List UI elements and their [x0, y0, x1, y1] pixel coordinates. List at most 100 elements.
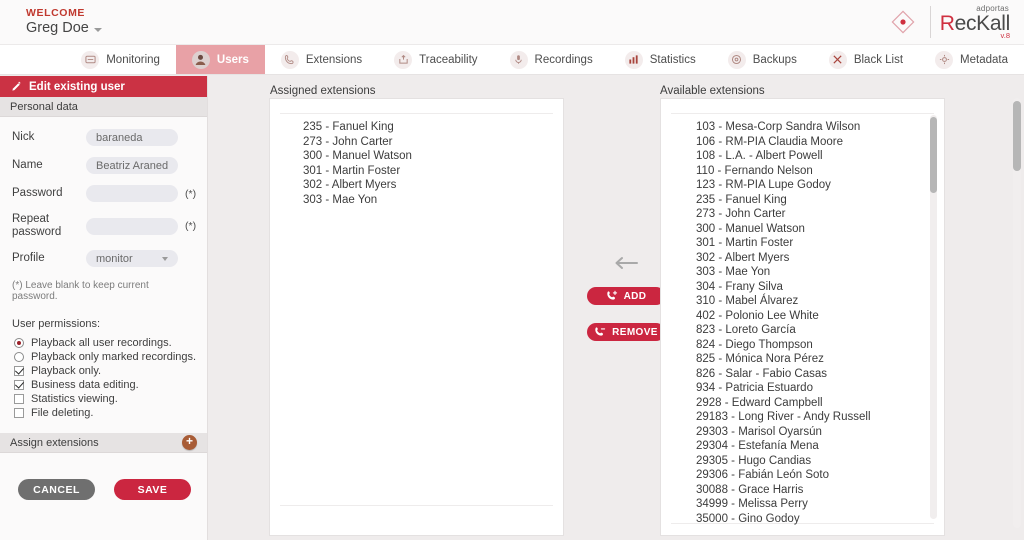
profile-label: Profile	[12, 252, 45, 265]
profile-selected-value: monitor	[96, 252, 133, 265]
pencil-icon	[12, 81, 21, 91]
brand-name: RecKall	[940, 13, 1011, 34]
permission-file-deleting[interactable]: File deleting.	[0, 406, 207, 420]
save-button[interactable]: SAVE	[114, 479, 191, 501]
welcome-label: WELCOME	[26, 7, 86, 19]
permission-label: Statistics viewing.	[31, 393, 118, 406]
add-button[interactable]: ADD	[587, 287, 665, 305]
extension-list-item[interactable]: 235 - Fanuel King	[303, 120, 412, 135]
name-input[interactable]	[86, 157, 178, 174]
extension-list-item[interactable]: 824 - Diego Thompson	[696, 338, 871, 353]
extension-list-item[interactable]: 303 - Mae Yon	[303, 193, 412, 208]
extension-list-item[interactable]: 30088 - Grace Harris	[696, 483, 871, 498]
extension-list-item[interactable]: 825 - Mónica Nora Pérez	[696, 352, 871, 367]
extension-list-item[interactable]: 235 - Fanuel King	[696, 193, 871, 208]
phone-remove-icon	[595, 327, 606, 336]
extension-list-item[interactable]: 29303 - Marisol Oyarsún	[696, 425, 871, 440]
extension-list-item[interactable]: 302 - Albert Myers	[696, 251, 871, 266]
extension-list-item[interactable]: 29304 - Estefanía Mena	[696, 439, 871, 454]
chevron-down-icon	[93, 27, 102, 32]
add-extension-plus-icon[interactable]: +	[182, 435, 197, 451]
bar-chart-icon	[624, 50, 643, 69]
extension-list-item[interactable]: 273 - John Carter	[303, 135, 412, 150]
extension-list-item[interactable]: 103 - Mesa-Corp Sandra Wilson	[696, 120, 871, 135]
cancel-button[interactable]: CANCEL	[18, 479, 95, 501]
assigned-extensions-listbox[interactable]: 235 - Fanuel King 273 - John Carter 300 - …	[269, 98, 564, 536]
permission-label: File deleting.	[31, 407, 94, 420]
extension-list-item[interactable]: 110 - Fernando Nelson	[696, 164, 871, 179]
list-scrollbar-thumb[interactable]	[930, 117, 937, 193]
tab-statistics[interactable]: Statistics	[609, 45, 712, 74]
radio-icon[interactable]	[14, 338, 24, 349]
remove-button[interactable]: REMOVE	[587, 323, 665, 341]
extension-list-item[interactable]: 29183 - Long River - Andy Russell	[696, 410, 871, 425]
extension-list-item[interactable]: 303 - Mae Yon	[696, 265, 871, 280]
extension-list-item[interactable]: 273 - John Carter	[696, 207, 871, 222]
page-scrollbar-track[interactable]	[1013, 98, 1021, 528]
list-top-rule	[280, 113, 553, 114]
extension-list-item[interactable]: 123 - RM-PIA Lupe Godoy	[696, 178, 871, 193]
extension-list-item[interactable]: 106 - RM-PIA Claudia Moore	[696, 135, 871, 150]
name-label: Name	[12, 158, 43, 171]
extension-list-item[interactable]: 310 - Mabel Álvarez	[696, 294, 871, 309]
tab-label: Extensions	[305, 53, 363, 66]
radio-icon[interactable]	[14, 352, 24, 363]
repeat-password-input[interactable]	[86, 217, 178, 235]
checkbox-icon[interactable]	[14, 366, 24, 377]
checkbox-icon[interactable]	[14, 408, 24, 419]
gear-icon	[935, 50, 954, 69]
permission-label: Playback only.	[31, 365, 102, 378]
permission-playback-only[interactable]: Playback only.	[0, 364, 207, 378]
profile-select[interactable]: monitor	[86, 250, 178, 268]
arrow-left-icon	[615, 257, 638, 269]
list-scrollbar-track[interactable]	[930, 115, 937, 519]
password-input[interactable]	[86, 185, 178, 202]
extension-list-item[interactable]: 300 - Manuel Watson	[303, 149, 412, 164]
section-assign-extensions: Assign extensions +	[0, 433, 207, 454]
assigned-extensions-list: 235 - Fanuel King 273 - John Carter 300 - …	[303, 120, 412, 207]
extension-list-item[interactable]: 29306 - Fabián León Soto	[696, 468, 871, 483]
tab-extensions[interactable]: Extensions	[265, 45, 378, 74]
tab-label: Monitoring	[106, 53, 160, 66]
tab-traceability[interactable]: Traceability	[378, 45, 493, 74]
extension-list-item[interactable]: 304 - Frany Silva	[696, 280, 871, 295]
extension-list-item[interactable]: 826 - Salar - Fabio Casas	[696, 367, 871, 382]
extension-list-item[interactable]: 934 - Patricia Estuardo	[696, 381, 871, 396]
checkbox-icon[interactable]	[14, 394, 24, 405]
extension-list-item[interactable]: 34999 - Melissa Perry	[696, 497, 871, 512]
tab-users[interactable]: Users	[175, 45, 265, 74]
section-label: Personal data	[10, 100, 78, 113]
field-profile-row: Profile monitor	[12, 250, 197, 268]
checkbox-icon[interactable]	[14, 380, 24, 391]
extension-list-item[interactable]: 301 - Martin Foster	[303, 164, 412, 179]
extension-list-item[interactable]: 2928 - Edward Campbell	[696, 396, 871, 411]
tab-recordings[interactable]: Recordings	[494, 45, 609, 74]
extension-list-item[interactable]: 29305 - Hugo Candias	[696, 454, 871, 469]
available-extensions-listbox[interactable]: 103 - Mesa-Corp Sandra Wilson 106 - RM-PI…	[660, 98, 945, 536]
tab-metadata[interactable]: Metadata	[919, 45, 1024, 74]
extension-list-item[interactable]: 823 - Loreto García	[696, 323, 871, 338]
remove-button-label: REMOVE	[612, 326, 658, 338]
permission-statistics-viewing[interactable]: Statistics viewing.	[0, 392, 207, 406]
extension-list-item[interactable]: 108 - L.A. - Albert Powell	[696, 149, 871, 164]
extension-list-item[interactable]: 301 - Martin Foster	[696, 236, 871, 251]
monitor-screen-icon	[81, 50, 100, 69]
extension-list-item[interactable]: 302 - Albert Myers	[303, 178, 412, 193]
list-top-rule	[671, 113, 934, 114]
permission-playback-marked[interactable]: Playback only marked recordings.	[0, 350, 207, 364]
extension-list-item[interactable]: 300 - Manuel Watson	[696, 222, 871, 237]
tab-backups[interactable]: Backups	[712, 45, 813, 74]
phone-add-icon	[606, 290, 617, 300]
permission-playback-all[interactable]: Playback all user recordings.	[0, 336, 207, 350]
nick-input[interactable]	[86, 129, 178, 146]
permission-business-data-editing[interactable]: Business data editing.	[0, 378, 207, 392]
extension-list-item[interactable]: 402 - Polonio Lee White	[696, 309, 871, 324]
diamond-logo-icon	[885, 4, 921, 40]
user-menu[interactable]: Greg Doe	[26, 20, 102, 36]
permission-label: Playback all user recordings.	[31, 337, 172, 350]
extension-list-item[interactable]: 35000 - Gino Godoy	[696, 512, 871, 527]
tab-monitoring[interactable]: Monitoring	[65, 45, 176, 74]
chevron-down-icon	[162, 256, 168, 261]
tab-black-list[interactable]: Black List	[813, 45, 919, 74]
page-scrollbar-thumb[interactable]	[1013, 101, 1021, 171]
